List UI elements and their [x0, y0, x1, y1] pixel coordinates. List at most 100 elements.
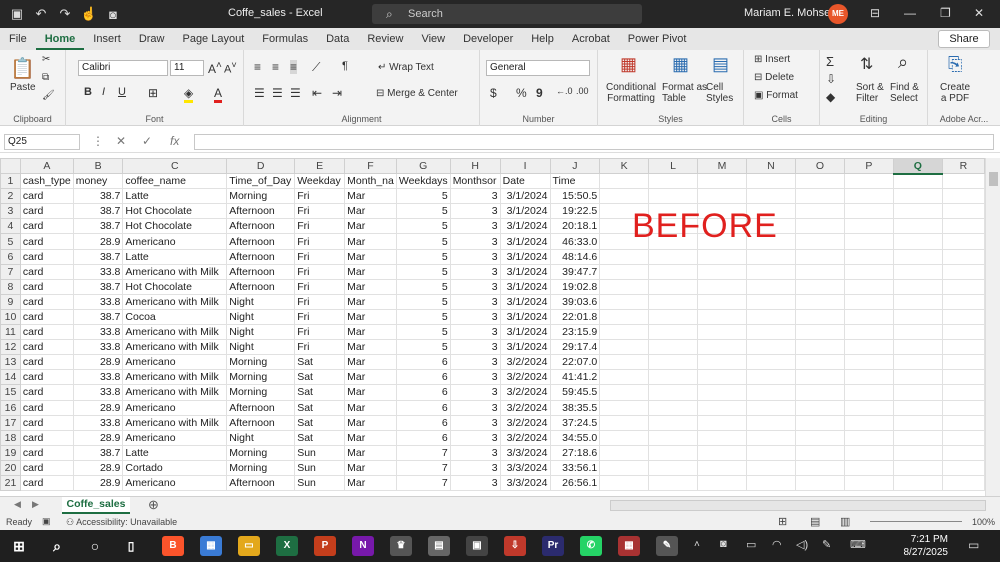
cell-r15[interactable] [941, 384, 985, 401]
cell-h17[interactable]: 3 [449, 414, 501, 431]
zoom-level[interactable]: 100% [972, 517, 995, 527]
cell-h5[interactable]: 3 [449, 233, 501, 250]
cell-n9[interactable] [746, 293, 796, 310]
cell-j5[interactable]: 46:33.0 [549, 233, 601, 250]
cell-g5[interactable]: 5 [395, 233, 451, 250]
cell-i5[interactable]: 3/1/2024 [499, 233, 551, 250]
bold-icon[interactable]: B [84, 86, 92, 98]
cell-h7[interactable]: 3 [449, 263, 501, 280]
cell-n14[interactable] [746, 369, 796, 386]
cell-g13[interactable]: 6 [395, 354, 451, 371]
cell-a17[interactable]: card [19, 414, 74, 431]
cell-m18[interactable] [697, 429, 747, 446]
cell-o4[interactable] [794, 218, 845, 235]
cell-o15[interactable] [794, 384, 845, 401]
cell-i13[interactable]: 3/2/2024 [499, 354, 551, 371]
cell-m12[interactable] [697, 339, 747, 356]
cell-a7[interactable]: card [19, 263, 74, 280]
cell-e13[interactable]: Sat [294, 354, 346, 371]
redo-icon[interactable]: ↷ [56, 6, 74, 22]
cell-b15[interactable]: 33.8 [72, 384, 124, 401]
cell-r21[interactable] [941, 474, 985, 492]
cell-i6[interactable]: 3/1/2024 [499, 248, 551, 265]
tab-help[interactable]: Help [522, 28, 563, 50]
increase-indent-icon[interactable]: ⇥ [332, 86, 342, 100]
row-header[interactable]: 4 [0, 218, 21, 235]
cell-a9[interactable]: card [19, 293, 74, 310]
cell-b21[interactable]: 28.9 [72, 474, 124, 492]
vertical-scrollbar[interactable] [985, 158, 1000, 496]
cell-p19[interactable] [843, 444, 894, 461]
cell-o16[interactable] [794, 399, 845, 416]
column-header-r[interactable]: R [941, 158, 985, 175]
clear-icon[interactable]: ◆ [826, 90, 835, 104]
pen-icon[interactable]: ✎ [822, 538, 831, 551]
cell-r9[interactable] [941, 293, 985, 310]
tab-home[interactable]: Home [35, 28, 85, 50]
cell-d13[interactable]: Morning [226, 354, 296, 371]
cell-n18[interactable] [746, 429, 796, 446]
column-header-j[interactable]: J [549, 158, 601, 175]
cell-q12[interactable] [892, 339, 943, 356]
cell-h15[interactable]: 3 [449, 384, 501, 401]
cell-p6[interactable] [843, 248, 894, 265]
cell-a2[interactable]: card [19, 188, 74, 205]
cell-i4[interactable]: 3/1/2024 [499, 218, 551, 235]
cell-q3[interactable] [892, 203, 943, 220]
tab-view[interactable]: View [412, 28, 454, 50]
cell-b7[interactable]: 33.8 [72, 263, 124, 280]
cell-c7[interactable]: Americano with Milk [122, 263, 228, 280]
cell-j4[interactable]: 20:18.1 [549, 218, 601, 235]
tray-battery-icon[interactable]: ▭ [746, 538, 756, 551]
cell-i19[interactable]: 3/3/2024 [499, 444, 551, 461]
touch-mode-icon[interactable]: ☝ [80, 6, 98, 22]
tab-review[interactable]: Review [358, 28, 412, 50]
cell-l8[interactable] [648, 278, 699, 295]
close-icon[interactable]: ✕ [974, 6, 984, 20]
cell-j2[interactable]: 15:50.5 [549, 188, 601, 205]
row-header[interactable]: 17 [0, 414, 21, 431]
accessibility-status[interactable]: ⚇ Accessibility: Unavailable [66, 517, 177, 528]
column-header-q[interactable]: Q [892, 158, 943, 175]
cell-l21[interactable] [648, 474, 699, 492]
cell-p9[interactable] [843, 293, 894, 310]
row-header[interactable]: 9 [0, 293, 21, 310]
save-icon[interactable]: ▣ [8, 6, 26, 22]
cell-f19[interactable]: Mar [344, 444, 397, 461]
cell-m7[interactable] [697, 263, 747, 280]
ribbon-display-icon[interactable]: ⊟ [870, 6, 880, 20]
cell-q20[interactable] [892, 459, 943, 476]
whatsapp-icon[interactable]: ✆ [580, 536, 602, 556]
cell-n20[interactable] [746, 459, 796, 476]
cell-g10[interactable]: 5 [395, 308, 451, 326]
cell-p2[interactable] [843, 188, 894, 205]
file-explorer-icon[interactable]: ▭ [238, 536, 260, 556]
sheet-prev-icon[interactable]: ◀ [14, 499, 21, 510]
align-center-icon[interactable]: ☰ [272, 86, 283, 100]
cell-c20[interactable]: Cortado [122, 459, 228, 476]
cell-q4[interactable] [892, 218, 943, 235]
cell-r14[interactable] [941, 369, 985, 386]
fill-icon[interactable]: ⇩ [826, 72, 836, 86]
cell-k19[interactable] [599, 444, 650, 461]
cell-o8[interactable] [794, 278, 845, 295]
cell-j12[interactable]: 29:17.4 [549, 339, 601, 356]
cell-b20[interactable]: 28.9 [72, 459, 124, 476]
cell-i8[interactable]: 3/1/2024 [499, 278, 551, 295]
column-header-l[interactable]: L [648, 158, 699, 175]
cell-i16[interactable]: 3/2/2024 [499, 399, 551, 416]
paint-icon[interactable]: ✎ [656, 536, 678, 556]
cell-f2[interactable]: Mar [344, 188, 397, 205]
normal-view-icon[interactable]: ⊞ [778, 515, 787, 528]
cell-i2[interactable]: 3/1/2024 [499, 188, 551, 205]
cell-e2[interactable]: Fri [294, 188, 346, 205]
cell-a13[interactable]: card [19, 354, 74, 371]
cell-j16[interactable]: 38:35.5 [549, 399, 601, 416]
cell-m14[interactable] [697, 369, 747, 386]
cell-e14[interactable]: Sat [294, 369, 346, 386]
cell-p15[interactable] [843, 384, 894, 401]
cell-p17[interactable] [843, 414, 894, 431]
cell-n13[interactable] [746, 354, 796, 371]
cell-q16[interactable] [892, 399, 943, 416]
cell-l13[interactable] [648, 354, 699, 371]
